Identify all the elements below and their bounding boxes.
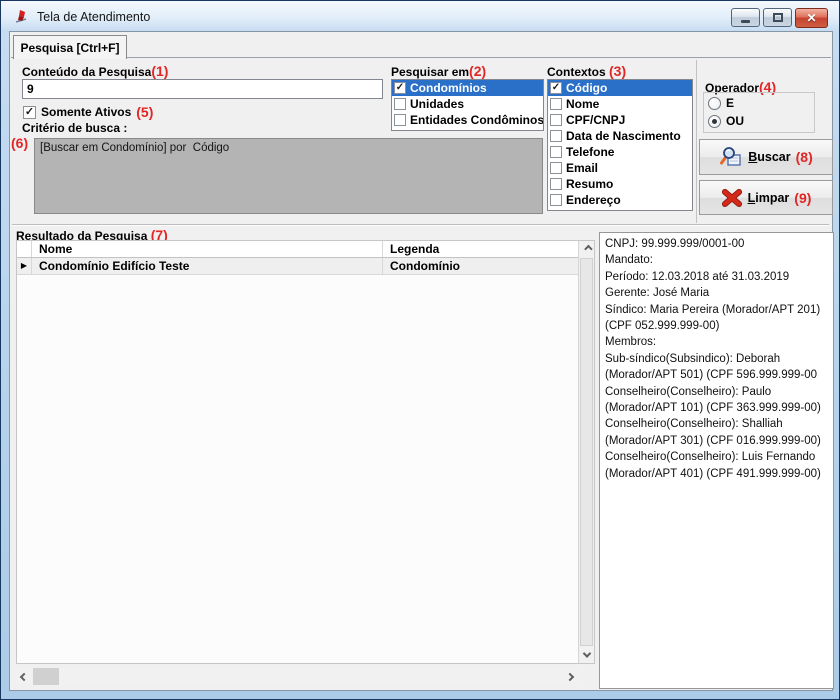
checkbox-icon[interactable] xyxy=(394,114,406,126)
checkbox-checked-icon[interactable] xyxy=(394,82,406,94)
column-header-nome[interactable]: Nome xyxy=(32,242,382,256)
results-grid: Nome Legenda ▶ Condomínio Edifício Teste… xyxy=(16,240,595,664)
scroll-right-icon[interactable] xyxy=(562,668,578,685)
detail-line: Síndico: Maria Pereira (Morador/APT 201)… xyxy=(605,302,828,335)
window-title: Tela de Atendimento xyxy=(37,10,150,24)
criteria-label: Critério de busca : xyxy=(22,121,127,135)
context-item-cpf-cnpj[interactable]: CPF/CNPJ xyxy=(548,112,692,128)
annotation-5: (5) xyxy=(136,104,153,120)
maximize-button[interactable] xyxy=(763,8,792,27)
buscar-button-label: Buscar xyxy=(748,150,790,164)
only-active-checkbox[interactable] xyxy=(23,106,36,119)
only-active-label: Somente Ativos xyxy=(41,105,131,119)
annotation-8: (8) xyxy=(796,149,813,165)
minimize-icon xyxy=(741,20,750,23)
operator-option-ou[interactable]: OU xyxy=(708,114,744,128)
context-item-endereco[interactable]: Endereço xyxy=(548,192,692,208)
context-item-codigo[interactable]: Código xyxy=(548,80,692,96)
annotation-1: (1) xyxy=(151,63,168,79)
tab-pesquisa[interactable]: Pesquisa [Ctrl+F] xyxy=(13,35,127,59)
limpar-button-label: Limpar xyxy=(748,191,790,205)
annotation-2: (2) xyxy=(469,63,486,79)
detail-line: Gerente: José Maria xyxy=(605,285,828,301)
app-window: Tela de Atendimento ✕ Pesquisa [Ctrl+F] … xyxy=(0,0,840,700)
detail-line: CNPJ: 99.999.999/0001-00 xyxy=(605,236,828,252)
detail-panel: CNPJ: 99.999.999/0001-00 Mandato: Períod… xyxy=(599,232,834,689)
red-x-icon xyxy=(721,188,743,208)
close-button[interactable]: ✕ xyxy=(795,8,828,28)
scroll-up-icon[interactable] xyxy=(579,241,594,257)
only-active-row[interactable]: Somente Ativos (5) xyxy=(23,104,153,120)
table-row[interactable]: ▶ Condomínio Edifício Teste Condomínio xyxy=(17,258,578,275)
contexts-listbox: Código Nome CPF/CNPJ Data de Nascimento … xyxy=(547,79,693,211)
detail-line: Mandato: xyxy=(605,252,828,268)
magnifier-icon xyxy=(719,146,743,168)
search-content-input[interactable] xyxy=(22,79,383,99)
search-in-item-unidades[interactable]: Unidades xyxy=(392,96,543,112)
annotation-3: (3) xyxy=(609,63,626,79)
detail-line: Sub-síndico(Subsindico): Deborah (Morado… xyxy=(605,351,828,384)
operator-option-e[interactable]: E xyxy=(708,96,734,110)
checkbox-icon[interactable] xyxy=(550,178,562,190)
contexts-label: Contextos (3) xyxy=(547,63,626,79)
horizontal-scroll-thumb[interactable] xyxy=(33,668,59,685)
close-icon: ✕ xyxy=(806,12,816,24)
scroll-left-icon[interactable] xyxy=(16,668,32,685)
annotation-6: (6) xyxy=(11,135,28,151)
search-in-item-condominios[interactable]: Condomínios xyxy=(392,80,543,96)
search-in-listbox: Condomínios Unidades Entidades Condômino… xyxy=(391,79,544,131)
scroll-down-icon[interactable] xyxy=(579,647,594,663)
grid-vertical-scrollbar[interactable] xyxy=(578,241,594,663)
vertical-scroll-thumb[interactable] xyxy=(580,258,593,646)
buscar-button[interactable]: Buscar (8) xyxy=(699,139,833,175)
checkbox-icon[interactable] xyxy=(550,130,562,142)
checkbox-icon[interactable] xyxy=(550,114,562,126)
checkbox-icon[interactable] xyxy=(550,146,562,158)
checkbox-checked-icon[interactable] xyxy=(550,82,562,94)
context-item-telefone[interactable]: Telefone xyxy=(548,144,692,160)
search-in-item-entidades[interactable]: Entidades Condôminos xyxy=(392,112,543,128)
maximize-icon xyxy=(773,13,783,22)
grid-horizontal-scrollbar[interactable] xyxy=(16,668,578,685)
context-item-nome[interactable]: Nome xyxy=(548,96,692,112)
radio-icon[interactable] xyxy=(708,97,721,110)
checkbox-icon[interactable] xyxy=(550,162,562,174)
checkbox-icon[interactable] xyxy=(550,98,562,110)
titlebar: Tela de Atendimento ✕ xyxy=(10,3,830,30)
context-item-resumo[interactable]: Resumo xyxy=(548,176,692,192)
grid-indicator-header xyxy=(17,241,32,257)
dialog-client: Pesquisa [Ctrl+F] Conteúdo da Pesquisa(1… xyxy=(9,31,833,691)
checkbox-icon[interactable] xyxy=(550,194,562,206)
app-icon xyxy=(13,8,30,25)
criteria-memo: [Buscar em Condomínio] por Código xyxy=(34,138,543,214)
cell-legenda: Condomínio xyxy=(382,258,578,274)
detail-line: Conselheiro(Conselheiro): Luis Fernando … xyxy=(605,449,828,482)
context-item-data-nascimento[interactable]: Data de Nascimento xyxy=(548,128,692,144)
divider-highlight xyxy=(12,225,829,226)
detail-line: Membros: xyxy=(605,334,828,350)
radio-selected-icon[interactable] xyxy=(708,115,721,128)
limpar-button[interactable]: Limpar (9) xyxy=(699,180,833,215)
context-item-email[interactable]: Email xyxy=(548,160,692,176)
checkbox-icon[interactable] xyxy=(394,98,406,110)
annotation-9: (9) xyxy=(794,190,811,206)
minimize-button[interactable] xyxy=(731,8,760,27)
detail-line: Período: 12.03.2018 até 31.03.2019 xyxy=(605,269,828,285)
detail-line: Conselheiro(Conselheiro): Shalliah (Mora… xyxy=(605,416,828,449)
search-in-label: Pesquisar em(2) xyxy=(391,63,486,79)
column-header-legenda[interactable]: Legenda xyxy=(382,241,578,257)
cell-nome: Condomínio Edifício Teste xyxy=(32,259,382,273)
detail-line: Conselheiro(Conselheiro): Paulo (Morador… xyxy=(605,384,828,417)
row-indicator: ▶ xyxy=(17,258,32,274)
section-separator xyxy=(696,60,697,223)
content-search-label: Conteúdo da Pesquisa(1) xyxy=(22,63,168,79)
grid-header-row: Nome Legenda xyxy=(17,241,578,258)
row-indicator-icon: ▶ xyxy=(21,262,27,270)
